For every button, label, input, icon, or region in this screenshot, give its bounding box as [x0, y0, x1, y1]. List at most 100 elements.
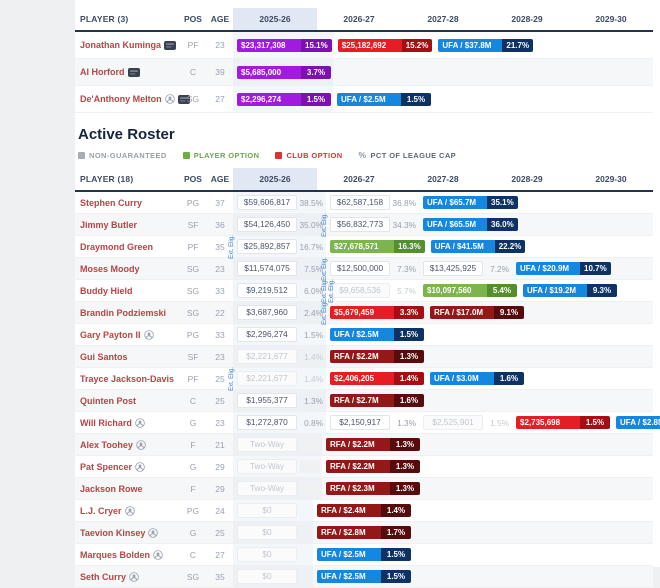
- salary-cell: [502, 324, 578, 345]
- section-title: Active Roster: [78, 126, 653, 143]
- player-position: C: [179, 550, 207, 560]
- column-header-player: PLAYER (18): [75, 174, 179, 184]
- player-position: F: [179, 484, 207, 494]
- player-link[interactable]: Jackson Rowe: [80, 484, 143, 494]
- player-link[interactable]: Seth Curry: [80, 572, 126, 582]
- salary-cell: [493, 566, 573, 587]
- cap-pct: 1.5%: [401, 93, 431, 106]
- player-age: 24: [207, 506, 233, 516]
- salary-value: $10,097,560: [423, 284, 487, 297]
- player-link[interactable]: De'Anthony Melton: [80, 94, 162, 104]
- player-name-cell: Brandin Podziemski: [75, 308, 179, 318]
- player-link[interactable]: Buddy Hield: [80, 286, 133, 296]
- salary-cell: $1,272,8700.8%: [233, 412, 326, 433]
- salary-cell: [573, 500, 653, 521]
- player-link[interactable]: Gui Santos: [80, 352, 128, 362]
- contract-badge-icon: [164, 41, 176, 50]
- salary-value: UFA / $19.2M: [523, 284, 587, 297]
- player-row: Marques Bolden C27$0UFA / $2.5M1.5%: [75, 544, 653, 566]
- salary-box: Two-Way: [237, 459, 297, 474]
- salary-pill: RFA / $2.2M1.3%: [326, 460, 420, 473]
- legend-player-option: PLAYER OPTION: [183, 151, 260, 160]
- salary-cell: [590, 368, 654, 389]
- player-link[interactable]: Draymond Green: [80, 242, 153, 252]
- salary-pill: RFA / $2.2M1.3%: [330, 350, 424, 363]
- player-link[interactable]: Alex Toohey: [80, 440, 133, 450]
- salary-box: $1,272,870: [237, 415, 297, 430]
- salary-cell: [577, 346, 653, 367]
- contract-badge-icon: [128, 68, 140, 77]
- salary-cell: [520, 192, 587, 213]
- salary-box: $25,892,857: [237, 239, 297, 254]
- cap-pct: 6.0%: [297, 286, 324, 296]
- player-row: De'Anthony Melton SG27$2,296,2741.5%UFA …: [75, 86, 653, 113]
- legend-pct-of-cap: % PCT OF LEAGUE CAP: [359, 150, 457, 160]
- salary-value: $5,679,459: [330, 306, 394, 319]
- salary-box: $62,587,158: [330, 195, 390, 210]
- column-header-2028-29: 2028-29: [485, 8, 569, 30]
- salary-value: UFA / $2.5M: [317, 548, 381, 561]
- salary-value: RFA / $17.0M: [430, 306, 494, 319]
- player-row: Gary Payton II PG33$2,296,2741.5%UFA / $…: [75, 324, 653, 346]
- player-status-icon: [136, 440, 146, 450]
- roster-table-body: Stephen CurryPG37$59,606,81738.5%$62,587…: [75, 192, 653, 588]
- player-link[interactable]: Will Richard: [80, 418, 132, 428]
- player-link[interactable]: Gary Payton II: [80, 330, 141, 340]
- salary-cell: [520, 214, 587, 235]
- salary-cell: RFA / $2.7M1.6%: [326, 390, 426, 411]
- salary-value: RFA / $2.8M: [317, 526, 381, 539]
- player-link[interactable]: Trayce Jackson-Davis: [80, 374, 174, 384]
- salary-value: RFA / $2.2M: [326, 438, 390, 451]
- player-link[interactable]: Brandin Podziemski: [80, 308, 166, 318]
- salary-cell: [590, 236, 653, 257]
- salary-cell: [426, 390, 502, 411]
- salary-box: $3,687,960: [237, 305, 297, 320]
- salary-cell: Ext. Elig.Ext. Elig.$9,658,5365.7%: [326, 280, 419, 301]
- player-link[interactable]: Marques Bolden: [80, 550, 150, 560]
- player-status-icon: [125, 506, 135, 516]
- player-status-icon: [165, 94, 175, 104]
- salary-cell: [586, 192, 653, 213]
- scrollbar-track[interactable]: [653, 0, 660, 567]
- player-position: SG: [179, 286, 207, 296]
- salary-value: $25,182,692: [338, 39, 402, 52]
- player-link[interactable]: Jonathan Kuminga: [80, 40, 161, 50]
- cap-pct: 1.4%: [297, 374, 324, 384]
- player-link[interactable]: Pat Spencer: [80, 462, 132, 472]
- salary-cell: [577, 390, 653, 411]
- salary-box: $11,574,075: [237, 261, 297, 276]
- salary-cell: $11,574,0757.5%: [233, 258, 326, 279]
- player-status-icon: [129, 572, 139, 582]
- player-name-cell: L.J. Cryer: [75, 506, 179, 516]
- salary-box: $1,955,377: [237, 393, 297, 408]
- player-link[interactable]: Taevion Kinsey: [80, 528, 145, 538]
- salary-cell: [426, 346, 502, 367]
- player-row: Buddy HieldSG33$9,219,5126.0%Ext. Elig.E…: [75, 280, 653, 302]
- cap-pct: 5.7%: [390, 286, 417, 296]
- roster-table-header: PLAYER (18) POS AGE 2025-26 2026-27 2027…: [75, 168, 653, 192]
- salary-box: $0: [237, 547, 297, 562]
- cap-table-page: PLAYER (3) POS AGE 2025-26 2026-27 2027-…: [75, 0, 653, 567]
- player-link[interactable]: Moses Moody: [80, 264, 140, 274]
- salary-cell: [499, 434, 576, 455]
- player-link[interactable]: Stephen Curry: [80, 198, 142, 208]
- player-link[interactable]: Quinten Post: [80, 396, 136, 406]
- player-link[interactable]: Jimmy Butler: [80, 220, 137, 230]
- player-position: SG: [179, 308, 207, 318]
- salary-pill: $2,406,2051.4%: [330, 372, 424, 385]
- player-name-cell: Alex Toohey: [75, 440, 179, 450]
- salary-cell: [493, 59, 573, 85]
- salary-box: $0: [237, 525, 297, 540]
- salary-cell: [619, 280, 653, 301]
- ext-eligible-tag: Ext. Elig.: [322, 301, 328, 325]
- player-link[interactable]: Al Horford: [80, 67, 125, 77]
- salary-cell: [573, 59, 653, 85]
- player-age: 37: [207, 198, 233, 208]
- player-age: 23: [207, 264, 233, 274]
- salary-cell: $0: [233, 544, 313, 565]
- player-status-icon: [144, 330, 154, 340]
- salary-cell: Ext. Elig.$12,500,0007.3%: [326, 258, 419, 279]
- column-header-pos: POS: [179, 174, 207, 184]
- player-link[interactable]: L.J. Cryer: [80, 506, 122, 516]
- player-age: 29: [207, 462, 233, 472]
